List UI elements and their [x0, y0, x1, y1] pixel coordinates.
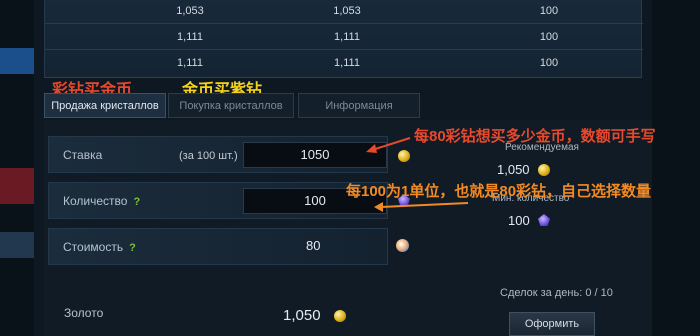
orange-arrow [374, 202, 469, 212]
annotation-arrows [366, 137, 469, 212]
red-arrow [366, 137, 411, 153]
price-annotation: 每80彩钻想买多少金币，数额可手写 [414, 128, 656, 145]
quantity-annotation: 每100为1单位，也就是80彩钻，自己选择数量 [346, 183, 652, 200]
